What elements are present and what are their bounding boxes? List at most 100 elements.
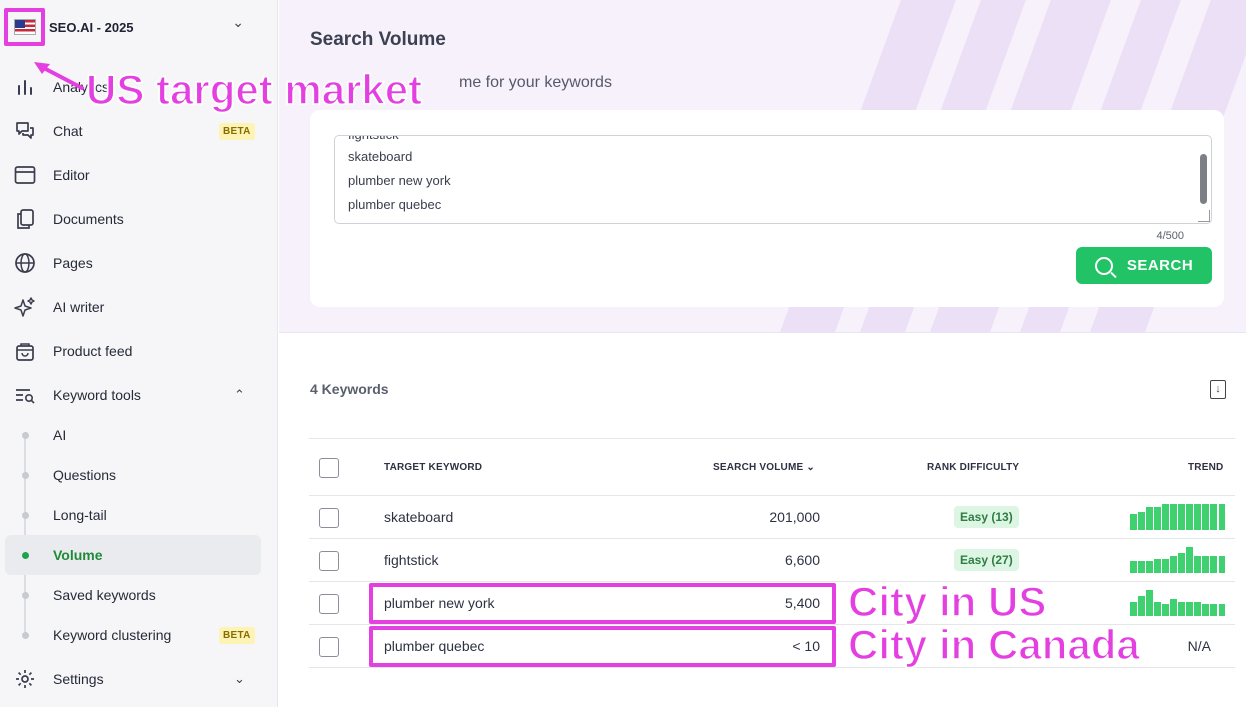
chevron-down-icon[interactable]: ⌄ bbox=[232, 14, 244, 31]
sidebar-item-label: Pages bbox=[53, 255, 93, 271]
chevron-up-icon[interactable]: ⌃ bbox=[234, 387, 245, 403]
resize-handle-icon[interactable] bbox=[1198, 210, 1210, 222]
sidebar-item-documents[interactable]: Documents bbox=[0, 199, 278, 239]
editor-icon bbox=[13, 163, 37, 187]
sidebar-item-chat[interactable]: Chat BETA bbox=[0, 111, 278, 151]
trend-bar bbox=[1210, 555, 1218, 573]
sidebar-item-label: Chat bbox=[53, 123, 83, 139]
sidebar-item-label: Documents bbox=[53, 211, 124, 227]
keywords-count: 4 Keywords bbox=[310, 381, 389, 397]
trend-bar bbox=[1178, 601, 1185, 616]
trend-sparkline bbox=[1130, 504, 1226, 530]
sidebar-item-label: Product feed bbox=[53, 343, 133, 359]
trend-bar bbox=[1178, 504, 1185, 530]
annotation-us-market: US target market bbox=[85, 65, 423, 114]
header-search-volume-label: SEARCH VOLUME bbox=[713, 462, 804, 473]
trend-bar bbox=[1146, 590, 1153, 616]
page-title: Search Volume bbox=[310, 29, 446, 50]
trend-bar bbox=[1162, 604, 1169, 616]
trend-bar bbox=[1162, 558, 1169, 573]
sidebar-item-settings[interactable]: Settings ⌄ bbox=[0, 659, 278, 699]
volume-cell: 201,000 bbox=[769, 509, 820, 525]
header-trend[interactable]: TREND bbox=[1188, 462, 1223, 473]
dot-icon bbox=[22, 631, 29, 639]
scrollbar[interactable] bbox=[1200, 154, 1207, 204]
chat-icon bbox=[13, 119, 37, 143]
trend-bar bbox=[1178, 552, 1185, 573]
difficulty-badge: Easy (27) bbox=[954, 549, 1019, 571]
sidebar-subitem-ai[interactable]: AI bbox=[0, 415, 278, 455]
keyword-cell: fightstick bbox=[384, 552, 439, 568]
select-all-checkbox[interactable] bbox=[319, 458, 339, 478]
sidebar-subitem-label: AI bbox=[53, 427, 67, 443]
trend-bar bbox=[1194, 601, 1201, 616]
header-search-volume[interactable]: SEARCH VOLUME ⌄ bbox=[713, 462, 815, 473]
table-row[interactable]: fightstick 6,600 Easy (27) bbox=[309, 539, 1235, 582]
header-rank-difficulty[interactable]: RANK DIFFICULTY bbox=[927, 462, 1019, 473]
trend-bar bbox=[1194, 555, 1201, 573]
char-count: 4/500 bbox=[1156, 230, 1184, 242]
sidebar-item-pages[interactable]: Pages bbox=[0, 243, 278, 283]
workspace-selector[interactable]: SEO.AI - 2025 ⌄ bbox=[14, 14, 244, 40]
row-checkbox[interactable] bbox=[319, 637, 339, 657]
sidebar-item-keyword-tools[interactable]: Keyword tools ⌃ bbox=[0, 375, 278, 415]
sidebar-subitem-long-tail[interactable]: Long-tail bbox=[0, 495, 278, 535]
sidebar-item-label: AI writer bbox=[53, 299, 105, 315]
trend-sparkline bbox=[1130, 547, 1226, 573]
row-checkbox[interactable] bbox=[319, 508, 339, 528]
table-row[interactable]: skateboard 201,000 Easy (13) bbox=[309, 496, 1235, 539]
row-checkbox[interactable] bbox=[319, 551, 339, 571]
dot-icon bbox=[22, 471, 29, 479]
textarea-line: plumber quebec bbox=[348, 197, 442, 212]
globe-icon bbox=[13, 251, 37, 275]
keywords-textarea[interactable]: fightstick skateboard plumber new york p… bbox=[334, 135, 1212, 224]
trend-bar bbox=[1218, 604, 1226, 616]
sort-chevron-icon: ⌄ bbox=[806, 462, 815, 473]
gear-icon bbox=[13, 667, 37, 691]
dot-icon bbox=[22, 511, 29, 519]
sidebar-item-editor[interactable]: Editor bbox=[0, 155, 278, 195]
search-icon bbox=[1094, 256, 1113, 275]
chevron-down-icon[interactable]: ⌄ bbox=[234, 671, 245, 687]
row-checkbox[interactable] bbox=[319, 594, 339, 614]
sidebar-subitem-label: Long-tail bbox=[53, 507, 107, 523]
sidebar-subitem-volume[interactable]: Volume bbox=[5, 535, 261, 575]
highlight-box-us-row bbox=[369, 583, 836, 624]
trend-bar bbox=[1154, 558, 1161, 573]
download-icon[interactable]: ↓ bbox=[1210, 380, 1226, 399]
annotation-city-canada: City in Canada bbox=[847, 620, 1140, 669]
dot-icon bbox=[22, 431, 29, 439]
bag-icon bbox=[13, 339, 37, 363]
highlight-box-canada-row bbox=[369, 626, 836, 667]
trend-bar bbox=[1218, 555, 1226, 573]
trend-bar bbox=[1138, 595, 1145, 616]
keyword-search-icon bbox=[13, 383, 37, 407]
trend-bar bbox=[1210, 604, 1218, 616]
textarea-line: skateboard bbox=[348, 149, 413, 164]
trend-bar bbox=[1186, 547, 1193, 573]
difficulty-badge: Easy (13) bbox=[954, 506, 1019, 528]
sidebar-item-label: Editor bbox=[53, 167, 90, 183]
sidebar-item-label: Settings bbox=[53, 671, 104, 687]
trend-bar bbox=[1202, 504, 1209, 530]
trend-bar bbox=[1186, 504, 1193, 530]
header-target-keyword[interactable]: TARGET KEYWORD bbox=[384, 462, 482, 473]
trend-bar bbox=[1154, 506, 1161, 530]
sidebar-subitem-label: Saved keywords bbox=[53, 587, 156, 603]
sidebar-item-product-feed[interactable]: Product feed bbox=[0, 331, 278, 371]
search-button[interactable]: SEARCH bbox=[1076, 247, 1212, 284]
sidebar-item-ai-writer[interactable]: AI writer bbox=[0, 287, 278, 327]
sidebar-item-label: Keyword tools bbox=[53, 387, 141, 403]
trend-bar bbox=[1218, 504, 1226, 530]
flag-highlight-box bbox=[4, 8, 45, 46]
trend-bar bbox=[1202, 555, 1209, 573]
sidebar-subitem-keyword-clustering[interactable]: Keyword clustering BETA bbox=[0, 615, 278, 655]
trend-bar bbox=[1130, 561, 1137, 573]
beta-badge: BETA bbox=[219, 122, 255, 140]
dot-icon bbox=[22, 591, 29, 599]
trend-na: N/A bbox=[1187, 638, 1211, 654]
trend-bar bbox=[1146, 561, 1153, 573]
sidebar-subitem-questions[interactable]: Questions bbox=[0, 455, 278, 495]
keyword-cell: skateboard bbox=[384, 509, 454, 525]
sidebar-subitem-saved-keywords[interactable]: Saved keywords bbox=[0, 575, 278, 615]
